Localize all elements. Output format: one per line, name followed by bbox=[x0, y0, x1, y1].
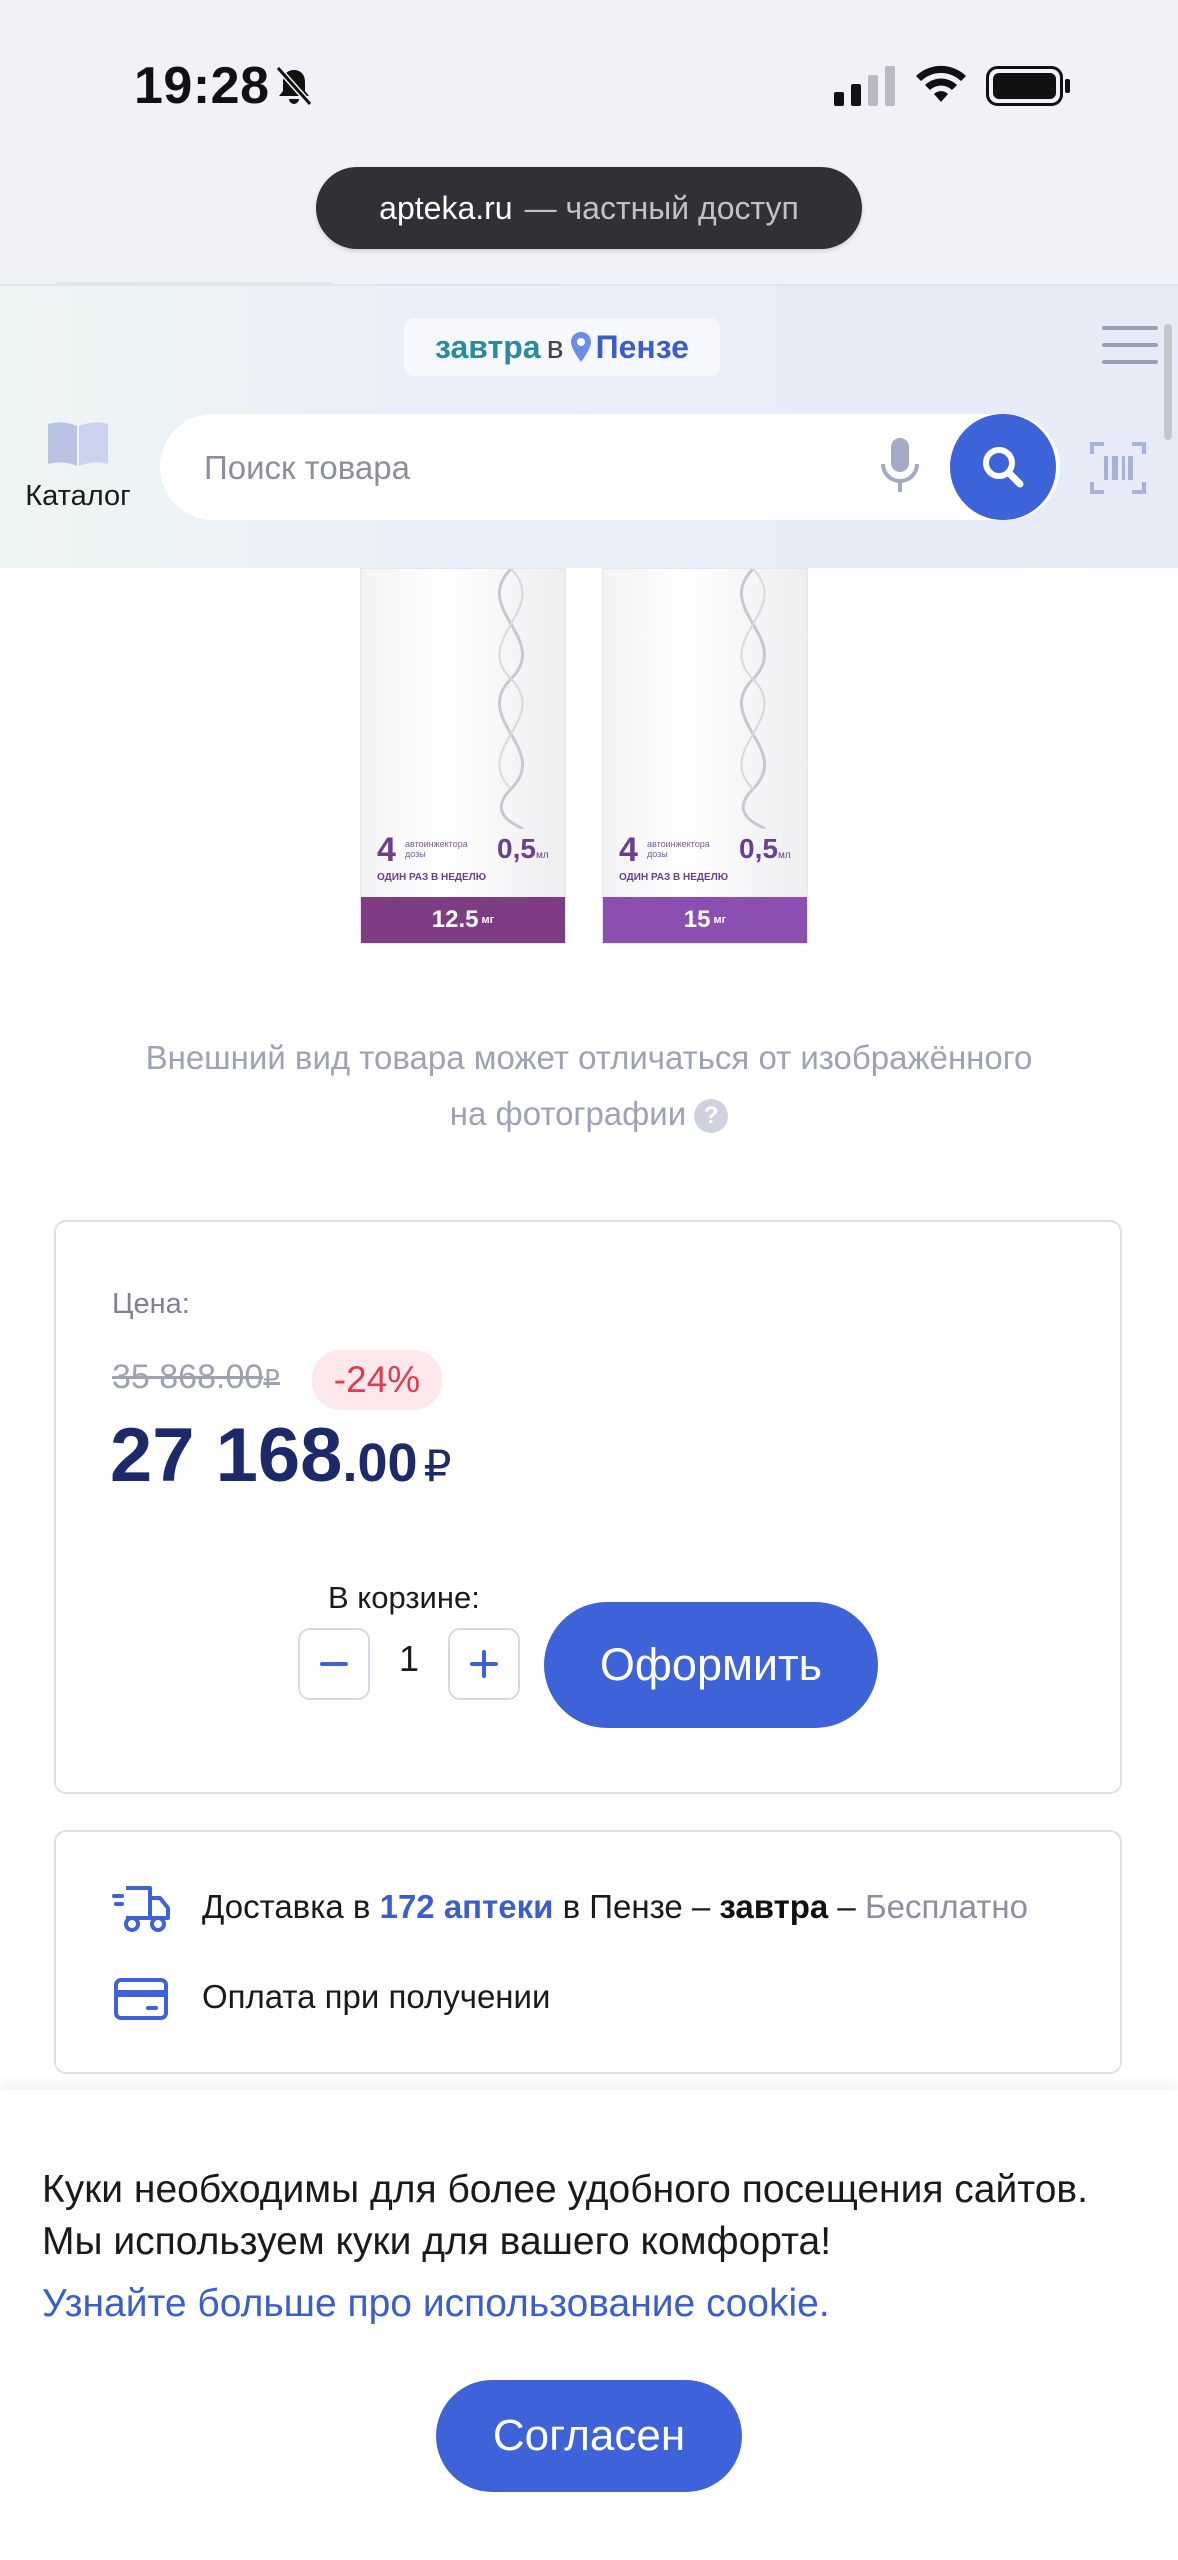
search-box bbox=[160, 414, 1060, 522]
package-strength-unit: мг bbox=[713, 914, 727, 926]
new-price-currency: ₽ bbox=[423, 1442, 452, 1491]
catalog-label: Каталог bbox=[25, 480, 131, 512]
scrollbar[interactable] bbox=[1164, 324, 1172, 440]
delivery-when: завтра bbox=[719, 1888, 829, 1925]
package-strength: 12.5 bbox=[431, 906, 479, 933]
address-domain: apteka.ru bbox=[379, 189, 513, 226]
package-dose-value: 0,5 bbox=[739, 833, 778, 864]
package-dose-value: 0,5 bbox=[497, 833, 536, 864]
delivery-city: Пензе bbox=[595, 328, 689, 365]
quantity-decrease-button[interactable] bbox=[298, 1628, 370, 1700]
delivery-dash: – bbox=[828, 1888, 865, 1925]
payment-info: Оплата при получении bbox=[202, 1978, 551, 2015]
old-price-value: 35 868.00 bbox=[112, 1358, 264, 1396]
package-dose-unit: мл bbox=[777, 850, 791, 861]
site-header: завтра в Пензе Каталог bbox=[0, 286, 1178, 568]
package-info: 4 автоинжектора дозы 0,5мл ОДИН РАЗ В НЕ… bbox=[377, 831, 557, 883]
search-input[interactable] bbox=[202, 414, 846, 522]
disclaimer-line-1: Внешний вид товара может отличаться от и… bbox=[145, 1039, 1033, 1076]
cookie-text: Куки необходимы для более удобного посещ… bbox=[42, 2168, 1088, 2263]
location-pin-icon bbox=[570, 332, 591, 362]
search-button[interactable] bbox=[950, 414, 1056, 520]
checkout-button[interactable]: Оформить bbox=[544, 1602, 878, 1728]
cart-label: В корзине: bbox=[328, 1580, 480, 1615]
minus-icon bbox=[320, 1662, 348, 1666]
helix-decoration bbox=[739, 569, 767, 829]
package-count: 4 bbox=[377, 831, 396, 869]
cookie-banner: Куки необходимы для более удобного посещ… bbox=[0, 2090, 1178, 2560]
price-card: Цена: 35 868.00₽ -24% 27 168.00 ₽ В корзи… bbox=[54, 1220, 1122, 1794]
plus-icon bbox=[470, 1650, 498, 1678]
product-image[interactable]: 4 автоинжектора дозы 0,5мл ОДИН РАЗ В НЕ… bbox=[360, 568, 820, 944]
battery-icon bbox=[986, 66, 1070, 106]
discount-badge: -24% bbox=[312, 1350, 442, 1410]
cookie-policy-link[interactable]: Узнайте больше про использование cookie. bbox=[42, 2282, 830, 2326]
barcode-scanner-icon[interactable] bbox=[1090, 440, 1146, 496]
package-text: автоинжектора дозы bbox=[405, 839, 468, 859]
delivery-when: завтра bbox=[435, 328, 541, 365]
help-icon[interactable]: ? bbox=[694, 1099, 729, 1134]
disclaimer-line-2-wrap: на фотографии? bbox=[90, 1086, 1088, 1142]
helix-decoration bbox=[497, 569, 525, 829]
private-access-label: — частный доступ bbox=[524, 189, 799, 226]
status-bar: 19:28 apteka.ru — частный доступ bbox=[0, 0, 1178, 286]
private-browsing-address-pill[interactable]: apteka.ru — частный доступ bbox=[316, 167, 862, 249]
cellular-signal-icon bbox=[834, 66, 895, 106]
package-strength: 15 bbox=[683, 906, 711, 933]
delivery-prefix: Доставка в bbox=[202, 1888, 380, 1925]
package-strength-band: 12.5 мг bbox=[361, 897, 565, 943]
pharmacies-link[interactable]: 172 аптеки bbox=[380, 1888, 554, 1925]
package-dose: 0,5мл bbox=[497, 833, 549, 865]
hamburger-menu-icon[interactable] bbox=[1102, 324, 1158, 366]
disclaimer-line-2: на фотографии bbox=[449, 1095, 687, 1132]
package-week: ОДИН РАЗ В НЕДЕЛЮ bbox=[619, 872, 729, 883]
quantity-increase-button[interactable] bbox=[448, 1628, 520, 1700]
old-price: 35 868.00₽ bbox=[112, 1358, 280, 1397]
status-time: 19:28 bbox=[134, 57, 270, 115]
bell-off-icon bbox=[275, 66, 313, 106]
package-text: автоинжектора дозы bbox=[647, 839, 710, 859]
new-price: 27 168.00 ₽ bbox=[110, 1412, 452, 1499]
delivery-city-chip[interactable]: завтра в Пензе bbox=[404, 318, 720, 376]
package-dose: 0,5мл bbox=[739, 833, 791, 865]
catalog-button[interactable]: Каталог bbox=[18, 420, 138, 513]
package-strength-band: 15 мг bbox=[603, 897, 807, 943]
credit-card-icon bbox=[114, 1978, 168, 2020]
delivery-in-city: в Пензе – bbox=[553, 1888, 720, 1925]
image-disclaimer: Внешний вид товара может отличаться от и… bbox=[90, 1030, 1088, 1142]
microphone-icon[interactable] bbox=[876, 436, 924, 496]
package-info: 4 автоинжектора дозы 0,5мл ОДИН РАЗ В НЕ… bbox=[619, 831, 799, 883]
package-count: 4 bbox=[619, 831, 638, 869]
quantity-value[interactable]: 1 bbox=[376, 1638, 442, 1680]
delivery-cost: Бесплатно bbox=[864, 1888, 1028, 1925]
delivery-card: Доставка в 172 аптеки в Пензе – завтра –… bbox=[54, 1830, 1122, 2074]
delivery-info: Доставка в 172 аптеки в Пензе – завтра –… bbox=[202, 1888, 1028, 1926]
delivery-truck-icon bbox=[112, 1886, 170, 1932]
delivery-prep: в bbox=[546, 328, 564, 365]
search-icon bbox=[983, 447, 1024, 488]
wifi-icon bbox=[916, 65, 966, 102]
price-label: Цена: bbox=[112, 1288, 190, 1320]
package-strength-unit: мг bbox=[481, 914, 495, 926]
old-price-currency: ₽ bbox=[263, 1364, 280, 1394]
new-price-cents: .00 bbox=[342, 1433, 418, 1493]
cookie-agree-button[interactable]: Согласен bbox=[436, 2380, 742, 2492]
package-week: ОДИН РАЗ В НЕДЕЛЮ bbox=[377, 872, 487, 883]
package-12-5: 4 автоинжектора дозы 0,5мл ОДИН РАЗ В НЕ… bbox=[360, 568, 566, 944]
package-15: 4 автоинжектора дозы 0,5мл ОДИН РАЗ В НЕ… bbox=[602, 568, 808, 944]
book-icon bbox=[48, 422, 108, 466]
new-price-main: 27 168 bbox=[110, 1413, 343, 1498]
package-dose-unit: мл bbox=[535, 850, 549, 861]
